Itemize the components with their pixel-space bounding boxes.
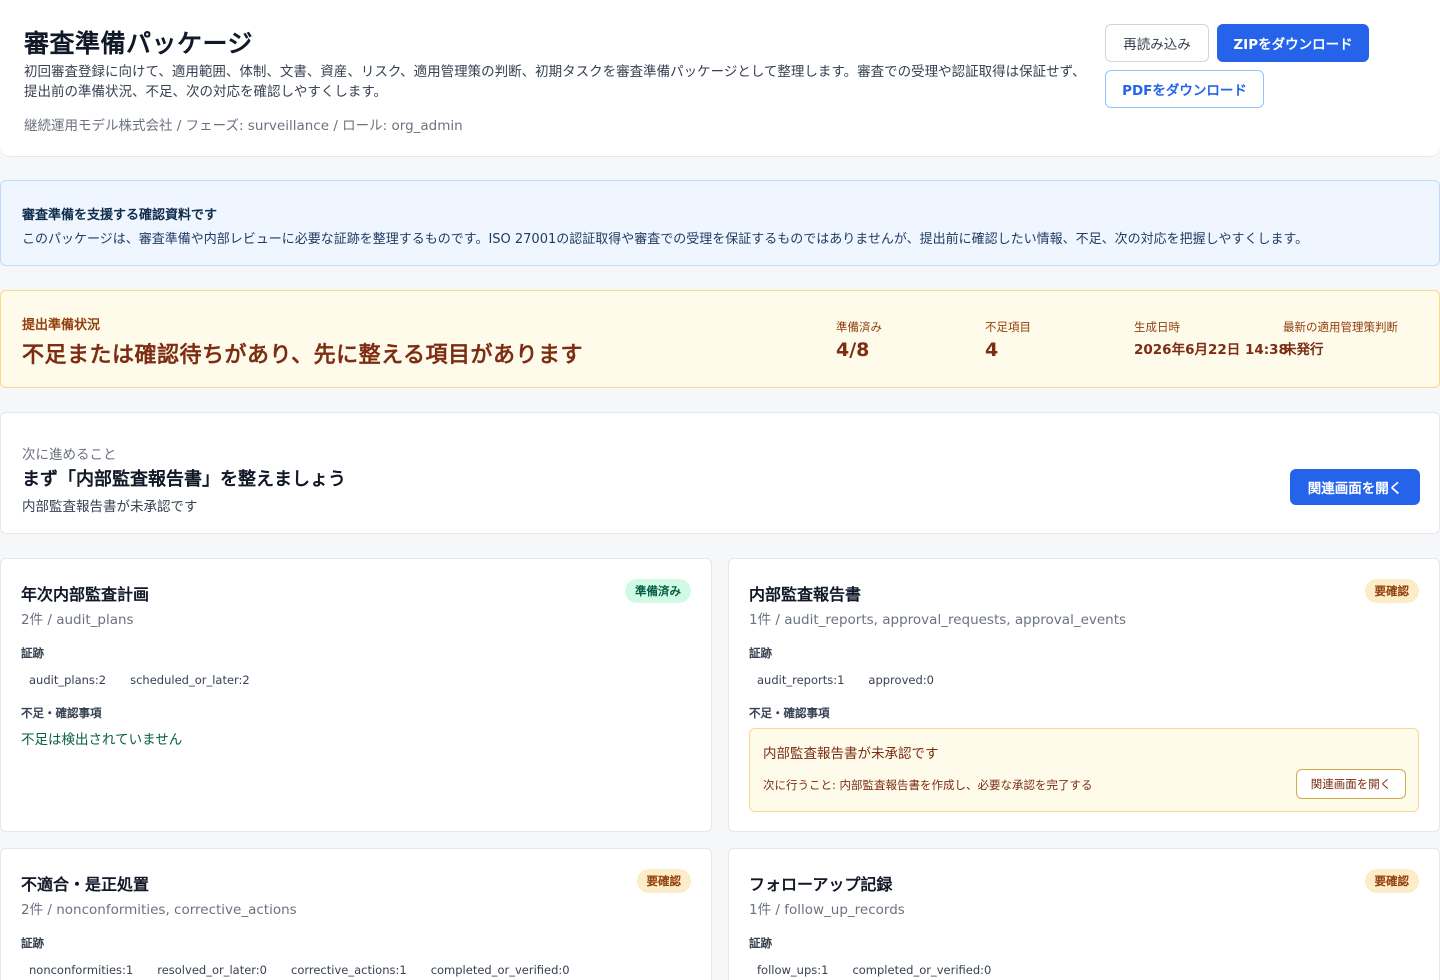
next-step-title: まず「内部監査報告書」を整えましょう	[22, 469, 346, 490]
no-issues-text: 不足は検出されていません	[21, 732, 183, 748]
issue-box: 内部監査報告書が未承認です 次に行うこと: 内部監査報告書を作成し、必要な承認を…	[749, 728, 1419, 812]
evidence-label: 証跡	[21, 646, 44, 660]
evidence-chips: follow_ups:1 completed_or_verified:0	[749, 960, 1000, 980]
evidence-chip: audit_reports:1	[749, 670, 853, 690]
card-nonconformity: 不適合・是正処置 要確認 2件 / nonconformities, corre…	[0, 848, 712, 980]
evidence-chips: audit_plans:2 scheduled_or_later:2	[21, 670, 258, 690]
evidence-chips: nonconformities:1 resolved_or_later:0 co…	[21, 960, 578, 980]
card-title: 年次内部監査計画	[21, 585, 150, 604]
status-badge: 要確認	[1364, 579, 1419, 603]
evidence-chip: nonconformities:1	[21, 960, 142, 980]
reload-button[interactable]: 再読み込み	[1105, 24, 1209, 62]
card-subtitle: 1件 / follow_up_records	[749, 902, 905, 918]
page-title: 審査準備パッケージ	[24, 29, 254, 58]
evidence-label: 証跡	[749, 646, 772, 660]
notice-title: 審査準備を支援する確認資料です	[22, 208, 218, 223]
evidence-chip: completed_or_verified:0	[844, 960, 1000, 980]
status-badge: 準備済み	[625, 579, 691, 603]
metric-value: 未発行	[1283, 342, 1324, 358]
card-follow-up: フォローアップ記録 要確認 1件 / follow_up_records 証跡 …	[728, 848, 1440, 980]
next-step-label: 次に進めること	[22, 447, 117, 463]
metric-ready: 準備済み 4/8	[836, 319, 882, 361]
card-title: 内部監査報告書	[749, 585, 862, 604]
issue-open-related-button[interactable]: 関連画面を開く	[1296, 769, 1406, 799]
metric-generated-at: 生成日時 2026年6月22日 14:38	[1134, 319, 1288, 358]
next-step-description: 内部監査報告書が未承認です	[22, 499, 198, 515]
card-internal-audit-report: 内部監査報告書 要確認 1件 / audit_reports, approval…	[728, 558, 1440, 832]
status-headline: 不足または確認待ちがあり、先に整える項目があります	[22, 343, 583, 368]
metric-soa-decision: 最新の適用管理策判断 未発行	[1283, 319, 1398, 358]
evidence-chip: audit_plans:2	[21, 670, 115, 690]
metric-value: 4/8	[836, 339, 870, 361]
metric-label: 最新の適用管理策判断	[1283, 320, 1398, 334]
pdf-download-button[interactable]: PDFをダウンロード	[1105, 70, 1264, 108]
evidence-chip: follow_ups:1	[749, 960, 837, 980]
card-title: 不適合・是正処置	[21, 875, 150, 894]
card-title: フォローアップ記録	[749, 875, 893, 894]
card-annual-audit-plan: 年次内部監査計画 準備済み 2件 / audit_plans 証跡 audit_…	[0, 558, 712, 832]
metric-value: 2026年6月22日 14:38	[1134, 342, 1288, 358]
evidence-chip: scheduled_or_later:2	[122, 670, 258, 690]
zip-download-button[interactable]: ZIPをダウンロード	[1217, 24, 1369, 62]
next-step-card: 次に進めること まず「内部監査報告書」を整えましょう 内部監査報告書が未承認です…	[0, 412, 1440, 534]
card-subtitle: 2件 / nonconformities, corrective_actions	[21, 902, 297, 918]
evidence-chip: approved:0	[860, 670, 942, 690]
page-meta: 継続運用モデル株式会社 / フェーズ: surveillance / ロール: …	[24, 118, 463, 134]
page-header: 審査準備パッケージ 初回審査登録に向けて、適用範囲、体制、文書、資産、リスク、適…	[0, 0, 1440, 157]
submission-status-banner: 提出準備状況 不足または確認待ちがあり、先に整える項目があります 準備済み 4/…	[0, 290, 1440, 388]
metric-label: 生成日時	[1134, 320, 1180, 334]
issues-label: 不足・確認事項	[749, 706, 830, 720]
evidence-chip: completed_or_verified:0	[422, 960, 578, 980]
issues-label: 不足・確認事項	[21, 706, 102, 720]
page-description: 初回審査登録に向けて、適用範囲、体制、文書、資産、リスク、適用管理策の判断、初期…	[24, 64, 1086, 100]
issue-next-action: 次に行うこと: 内部監査報告書を作成し、必要な承認を完了する	[763, 778, 1093, 792]
open-related-button[interactable]: 関連画面を開く	[1290, 469, 1420, 505]
notice-body: このパッケージは、審査準備や内部レビューに必要な証跡を整理するものです。ISO …	[22, 232, 1309, 247]
status-label: 提出準備状況	[22, 318, 101, 333]
evidence-label: 証跡	[749, 936, 772, 950]
info-notice: 審査準備を支援する確認資料です このパッケージは、審査準備や内部レビューに必要な…	[0, 180, 1440, 266]
evidence-label: 証跡	[21, 936, 44, 950]
evidence-chip: corrective_actions:1	[283, 960, 415, 980]
issue-title: 内部監査報告書が未承認です	[763, 746, 939, 762]
metric-label: 不足項目	[985, 320, 1031, 334]
card-subtitle: 1件 / audit_reports, approval_requests, a…	[749, 612, 1127, 628]
metric-value: 4	[985, 339, 999, 361]
evidence-chip: resolved_or_later:0	[149, 960, 275, 980]
status-badge: 要確認	[636, 869, 691, 893]
metric-label: 準備済み	[836, 320, 882, 334]
metric-missing: 不足項目 4	[985, 319, 1031, 361]
card-subtitle: 2件 / audit_plans	[21, 612, 134, 628]
status-badge: 要確認	[1364, 869, 1419, 893]
evidence-chips: audit_reports:1 approved:0	[749, 670, 942, 690]
